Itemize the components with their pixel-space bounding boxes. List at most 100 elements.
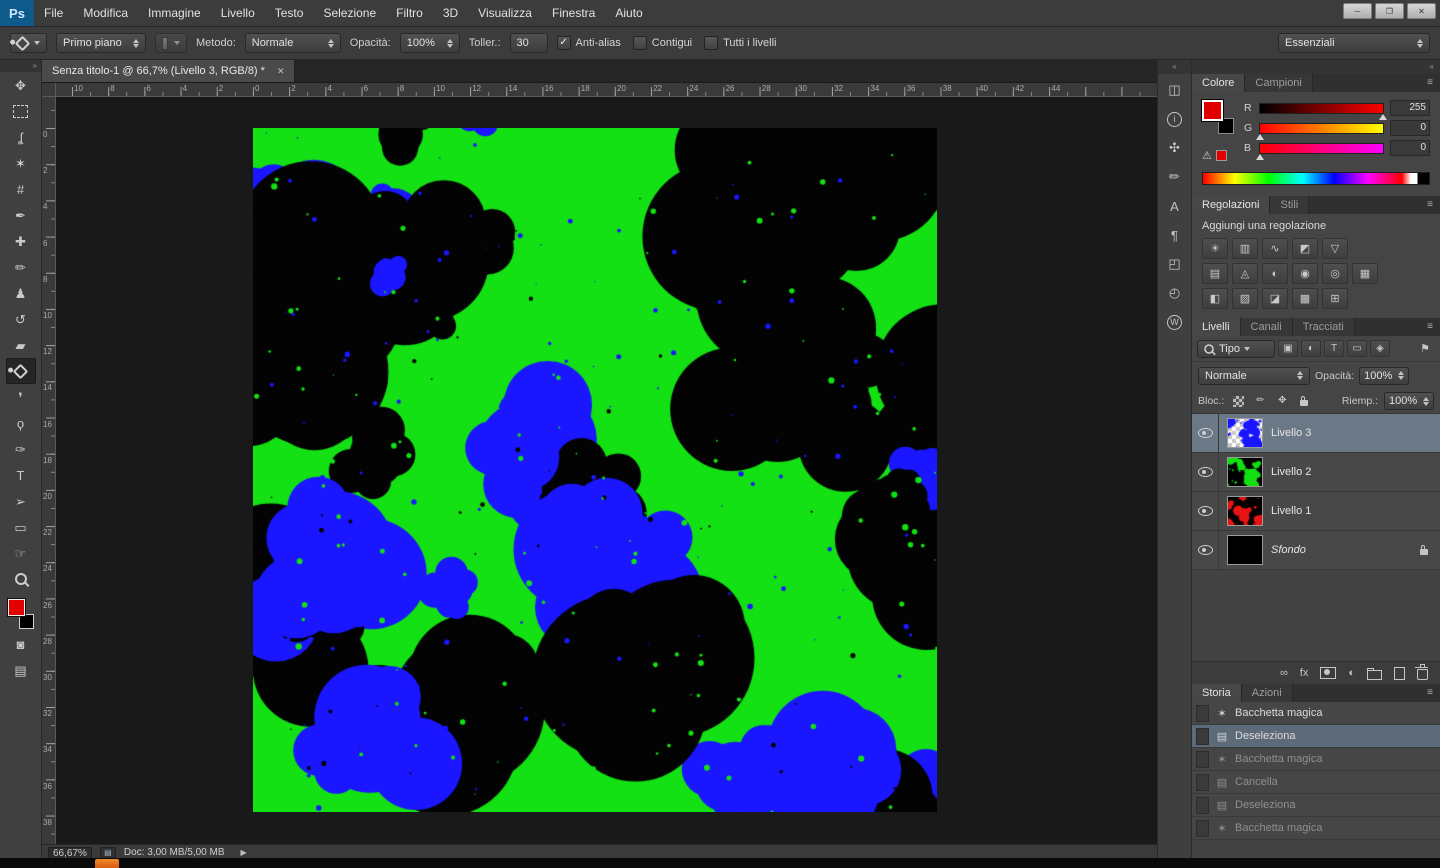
menu-file[interactable]: File (34, 0, 73, 26)
status-menu-arrow-icon[interactable]: ▶ (241, 848, 247, 857)
history-step-2[interactable]: ▤ Deseleziona (1192, 725, 1440, 748)
history-panel-menu-icon[interactable]: ≡ (1420, 684, 1440, 702)
eraser-tool[interactable]: ▰ (6, 332, 36, 358)
horizontal-ruler[interactable]: 10 8 6 4 2 0 2 4 6 8 10 12 14 16 18 20 22 24 26 28 30 32 34 36 3… (56, 83, 1157, 97)
rectangular-marquee-tool[interactable] (6, 98, 36, 124)
menu-visualizza[interactable]: Visualizza (468, 0, 542, 26)
tab-regolazioni[interactable]: Regolazioni (1192, 196, 1271, 214)
black-white-icon[interactable]: ◐ (1262, 263, 1288, 284)
wacom-panel-icon[interactable]: W (1161, 309, 1189, 335)
menu-selezione[interactable]: Selezione (313, 0, 386, 26)
channel-b-value[interactable]: 0 (1390, 140, 1430, 156)
lock-all-icon[interactable] (1296, 393, 1312, 409)
history-source-checkbox[interactable] (1196, 704, 1209, 722)
layer-thumbnail[interactable] (1227, 457, 1263, 487)
lock-image-pixels-icon[interactable]: ✏ (1252, 393, 1268, 409)
tab-tracciati[interactable]: Tracciati (1292, 318, 1355, 336)
color-spectrum-ramp[interactable] (1202, 172, 1430, 185)
blur-tool[interactable]: ❜ (6, 384, 36, 410)
color-panel-menu-icon[interactable]: ≡ (1420, 74, 1440, 92)
channel-b-slider[interactable] (1256, 142, 1384, 160)
paragraph-panel-icon[interactable]: ¶ (1161, 222, 1189, 248)
opacity-options-select[interactable]: 100% (399, 33, 460, 53)
brightness-contrast-icon[interactable]: ☀ (1202, 238, 1228, 259)
layer-name[interactable]: Livello 3 (1271, 427, 1311, 439)
slider-thumb-icon[interactable] (1379, 113, 1387, 120)
filter-adjustment-layers-icon[interactable]: ◐ (1301, 340, 1321, 357)
dock-collapse-button[interactable]: « (1158, 60, 1191, 74)
tab-campioni[interactable]: Campioni (1245, 74, 1313, 92)
color-balance-icon[interactable]: ◬ (1232, 263, 1258, 284)
layer-thumbnail[interactable] (1227, 535, 1263, 565)
menu-aiuto[interactable]: Aiuto (605, 0, 652, 26)
quick-mask-mode-button[interactable]: ◙ (6, 631, 36, 657)
tab-stili[interactable]: Stili (1270, 196, 1310, 214)
minimize-button[interactable]: ─ (1343, 3, 1372, 19)
hue-saturation-icon[interactable]: ▤ (1202, 263, 1228, 284)
info-panel-icon[interactable]: i (1161, 106, 1189, 132)
history-source-checkbox[interactable] (1196, 773, 1209, 791)
tab-livelli[interactable]: Livelli (1192, 318, 1241, 336)
menu-filtro[interactable]: Filtro (386, 0, 433, 26)
taskbar-app-icon[interactable] (95, 859, 119, 868)
brush-presets-panel-icon[interactable]: ✏ (1161, 164, 1189, 190)
screen-mode-button[interactable]: ▤ (6, 657, 36, 683)
history-step-1[interactable]: ✶ Bacchetta magica (1192, 702, 1440, 725)
pattern-picker[interactable] (155, 33, 187, 53)
layer-filter-select[interactable]: Tipo (1197, 339, 1275, 358)
workspace-switcher[interactable]: Essenziali (1278, 33, 1430, 53)
color-lookup-icon[interactable]: ▦ (1352, 263, 1378, 284)
healing-brush-tool[interactable]: ✚ (6, 228, 36, 254)
vibrance-icon[interactable]: ▽ (1322, 238, 1348, 259)
tool-presets-panel-icon[interactable]: ✣ (1161, 135, 1189, 161)
close-button[interactable]: ✕ (1407, 3, 1436, 19)
tolerance-input[interactable]: 30 (509, 33, 548, 53)
tab-close-icon[interactable]: ✕ (277, 66, 285, 77)
layer-row-1[interactable]: Livello 3 (1192, 414, 1440, 453)
history-step-4[interactable]: ▤ Cancella (1192, 771, 1440, 794)
fill-source-select[interactable]: Primo piano (56, 33, 146, 53)
layer-name[interactable]: Sfondo (1271, 544, 1306, 556)
add-layer-mask-icon[interactable] (1320, 667, 1337, 679)
path-selection-tool[interactable]: ➢ (6, 488, 36, 514)
restore-button[interactable]: ❐ (1375, 3, 1404, 19)
layer-name[interactable]: Livello 2 (1271, 466, 1311, 478)
character-panel-icon[interactable]: A (1161, 193, 1189, 219)
histogram-panel-icon[interactable]: ◫ (1161, 77, 1189, 103)
gamut-warning-icon[interactable]: ⚠ (1202, 149, 1212, 162)
new-group-icon[interactable] (1367, 667, 1382, 680)
new-layer-icon[interactable] (1394, 666, 1405, 680)
lasso-tool[interactable]: ʆ (6, 124, 36, 150)
dodge-tool[interactable]: ϙ (6, 410, 36, 436)
tab-azioni[interactable]: Azioni (1241, 684, 1293, 702)
channel-r-slider[interactable] (1259, 102, 1387, 120)
layer-visibility-toggle[interactable] (1192, 492, 1219, 530)
tab-storia[interactable]: Storia (1192, 684, 1242, 702)
filter-pixel-layers-icon[interactable]: ▣ (1278, 340, 1298, 357)
layer-visibility-toggle[interactable] (1192, 453, 1219, 491)
channel-g-value[interactable]: 0 (1390, 120, 1430, 136)
paint-bucket-tool[interactable] (5, 358, 36, 384)
timeline-panel-icon[interactable]: ◴ (1161, 280, 1189, 306)
curves-icon[interactable]: ∿ (1262, 238, 1288, 259)
layer-row-2[interactable]: Livello 2 (1192, 453, 1440, 492)
pen-tool[interactable]: ✑ (6, 436, 36, 462)
blend-mode-options-select[interactable]: Normale (244, 33, 341, 53)
layer-thumbnail[interactable] (1227, 496, 1263, 526)
slider-thumb-icon[interactable] (1256, 153, 1264, 160)
threshold-icon[interactable]: ◪ (1262, 288, 1288, 309)
history-step-5[interactable]: ▤ Deseleziona (1192, 794, 1440, 817)
ruler-corner[interactable] (42, 83, 56, 97)
selective-color-icon[interactable]: ⊞ (1322, 288, 1348, 309)
history-source-checkbox[interactable] (1196, 796, 1209, 814)
type-tool[interactable]: T (6, 462, 36, 488)
menu-modifica[interactable]: Modifica (73, 0, 138, 26)
menu-livello[interactable]: Livello (211, 0, 265, 26)
channel-g-slider[interactable] (1256, 122, 1384, 140)
exposure-icon[interactable]: ◩ (1292, 238, 1318, 259)
adjustments-panel-menu-icon[interactable]: ≡ (1420, 196, 1440, 214)
document-canvas[interactable] (253, 128, 937, 812)
channel-r-value[interactable]: 255 (1390, 100, 1430, 116)
menu-finestra[interactable]: Finestra (542, 0, 605, 26)
zoom-level-field[interactable]: 66,67% (48, 846, 92, 859)
